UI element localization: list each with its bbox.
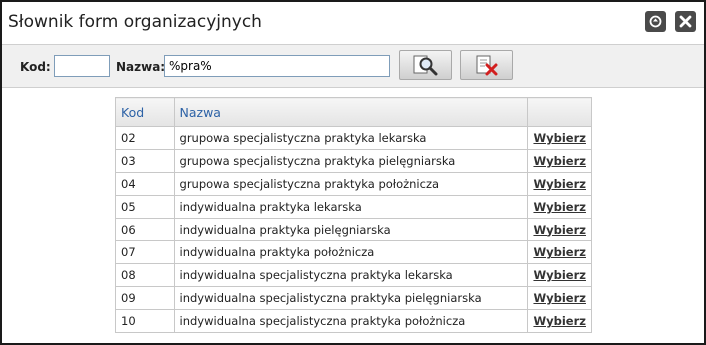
refresh-icon xyxy=(649,15,662,28)
kod-input[interactable] xyxy=(54,55,110,77)
cell-nazwa: indywidualna specjalistyczna praktyka pi… xyxy=(173,286,529,311)
filter-bar: Kod: Nazwa: xyxy=(2,44,704,88)
cell-action: Wybierz xyxy=(527,148,592,173)
column-header-nazwa[interactable]: Nazwa xyxy=(173,97,529,127)
cell-action: Wybierz xyxy=(527,194,592,219)
cell-kod: 08 xyxy=(115,263,175,288)
cell-nazwa: indywidualna praktyka lekarska xyxy=(173,194,529,219)
search-button[interactable] xyxy=(399,50,452,80)
cell-nazwa: grupowa specjalistyczna praktyka położni… xyxy=(173,171,529,196)
cell-kod: 10 xyxy=(115,309,175,334)
cell-kod: 09 xyxy=(115,286,175,311)
wybierz-link[interactable]: Wybierz xyxy=(533,223,586,237)
results-table: Kod Nazwa 02 grupowa specjalistyczna prak… xyxy=(115,97,592,334)
cell-nazwa: indywidualna praktyka położnicza xyxy=(173,240,529,265)
table-row: 10 indywidualna specjalistyczna praktyka … xyxy=(115,309,592,334)
cell-action: Wybierz xyxy=(527,286,592,311)
cell-nazwa: indywidualna praktyka pielęgniarska xyxy=(173,217,529,242)
cell-action: Wybierz xyxy=(527,240,592,265)
clear-button[interactable] xyxy=(460,50,513,80)
table-row: 08 indywidualna specjalistyczna praktyka … xyxy=(115,263,592,288)
table-header-row: Kod Nazwa xyxy=(115,97,592,127)
window-title: Słownik form organizacyjnych xyxy=(8,12,262,32)
refresh-button[interactable] xyxy=(645,11,666,32)
wybierz-link[interactable]: Wybierz xyxy=(533,291,586,305)
close-button[interactable] xyxy=(675,11,696,32)
table-row: 06 indywidualna praktyka pielęgniarska Wyb… xyxy=(115,217,592,242)
cell-kod: 05 xyxy=(115,194,175,219)
table-row: 07 indywidualna praktyka położnicza Wybier… xyxy=(115,240,592,265)
cell-nazwa: indywidualna specjalistyczna praktyka le… xyxy=(173,263,529,288)
cell-nazwa: indywidualna specjalistyczna praktyka po… xyxy=(173,309,529,334)
dictionary-window: Słownik form organizacyjnych Kod: Nazwa: xyxy=(0,0,706,345)
cell-action: Wybierz xyxy=(527,171,592,196)
close-icon xyxy=(679,15,692,28)
clear-icon xyxy=(476,55,497,76)
cell-kod: 03 xyxy=(115,148,175,173)
search-icon xyxy=(413,55,437,76)
wybierz-link[interactable]: Wybierz xyxy=(533,131,586,145)
cell-kod: 04 xyxy=(115,171,175,196)
cell-action: Wybierz xyxy=(527,309,592,334)
cell-action: Wybierz xyxy=(527,263,592,288)
results-table-container: Kod Nazwa 02 grupowa specjalistyczna prak… xyxy=(115,97,592,334)
table-row: 02 grupowa specjalistyczna praktyka lekar… xyxy=(115,126,592,150)
cell-kod: 06 xyxy=(115,217,175,242)
cell-action: Wybierz xyxy=(527,217,592,242)
nazwa-label: Nazwa: xyxy=(116,60,166,74)
kod-label: Kod: xyxy=(20,60,51,74)
nazwa-input[interactable] xyxy=(164,55,390,77)
cell-kod: 02 xyxy=(115,126,175,150)
wybierz-link[interactable]: Wybierz xyxy=(533,200,586,214)
table-row: 04 grupowa specjalistyczna praktyka położ… xyxy=(115,171,592,196)
title-bar: Słownik form organizacyjnych xyxy=(2,2,704,44)
column-header-action xyxy=(527,97,592,127)
cell-action: Wybierz xyxy=(527,126,592,150)
cell-nazwa: grupowa specjalistyczna praktyka pielęgn… xyxy=(173,148,529,173)
cell-nazwa: grupowa specjalistyczna praktyka lekarsk… xyxy=(173,126,529,150)
wybierz-link[interactable]: Wybierz xyxy=(533,177,586,191)
table-row: 03 grupowa specjalistyczna praktyka pielę… xyxy=(115,148,592,173)
table-row: 05 indywidualna praktyka lekarska Wybierz xyxy=(115,194,592,219)
column-header-kod[interactable]: Kod xyxy=(115,97,175,127)
wybierz-link[interactable]: Wybierz xyxy=(533,154,586,168)
wybierz-link[interactable]: Wybierz xyxy=(533,268,586,282)
wybierz-link[interactable]: Wybierz xyxy=(533,245,586,259)
wybierz-link[interactable]: Wybierz xyxy=(533,314,586,328)
table-row: 09 indywidualna specjalistyczna praktyka … xyxy=(115,286,592,311)
cell-kod: 07 xyxy=(115,240,175,265)
